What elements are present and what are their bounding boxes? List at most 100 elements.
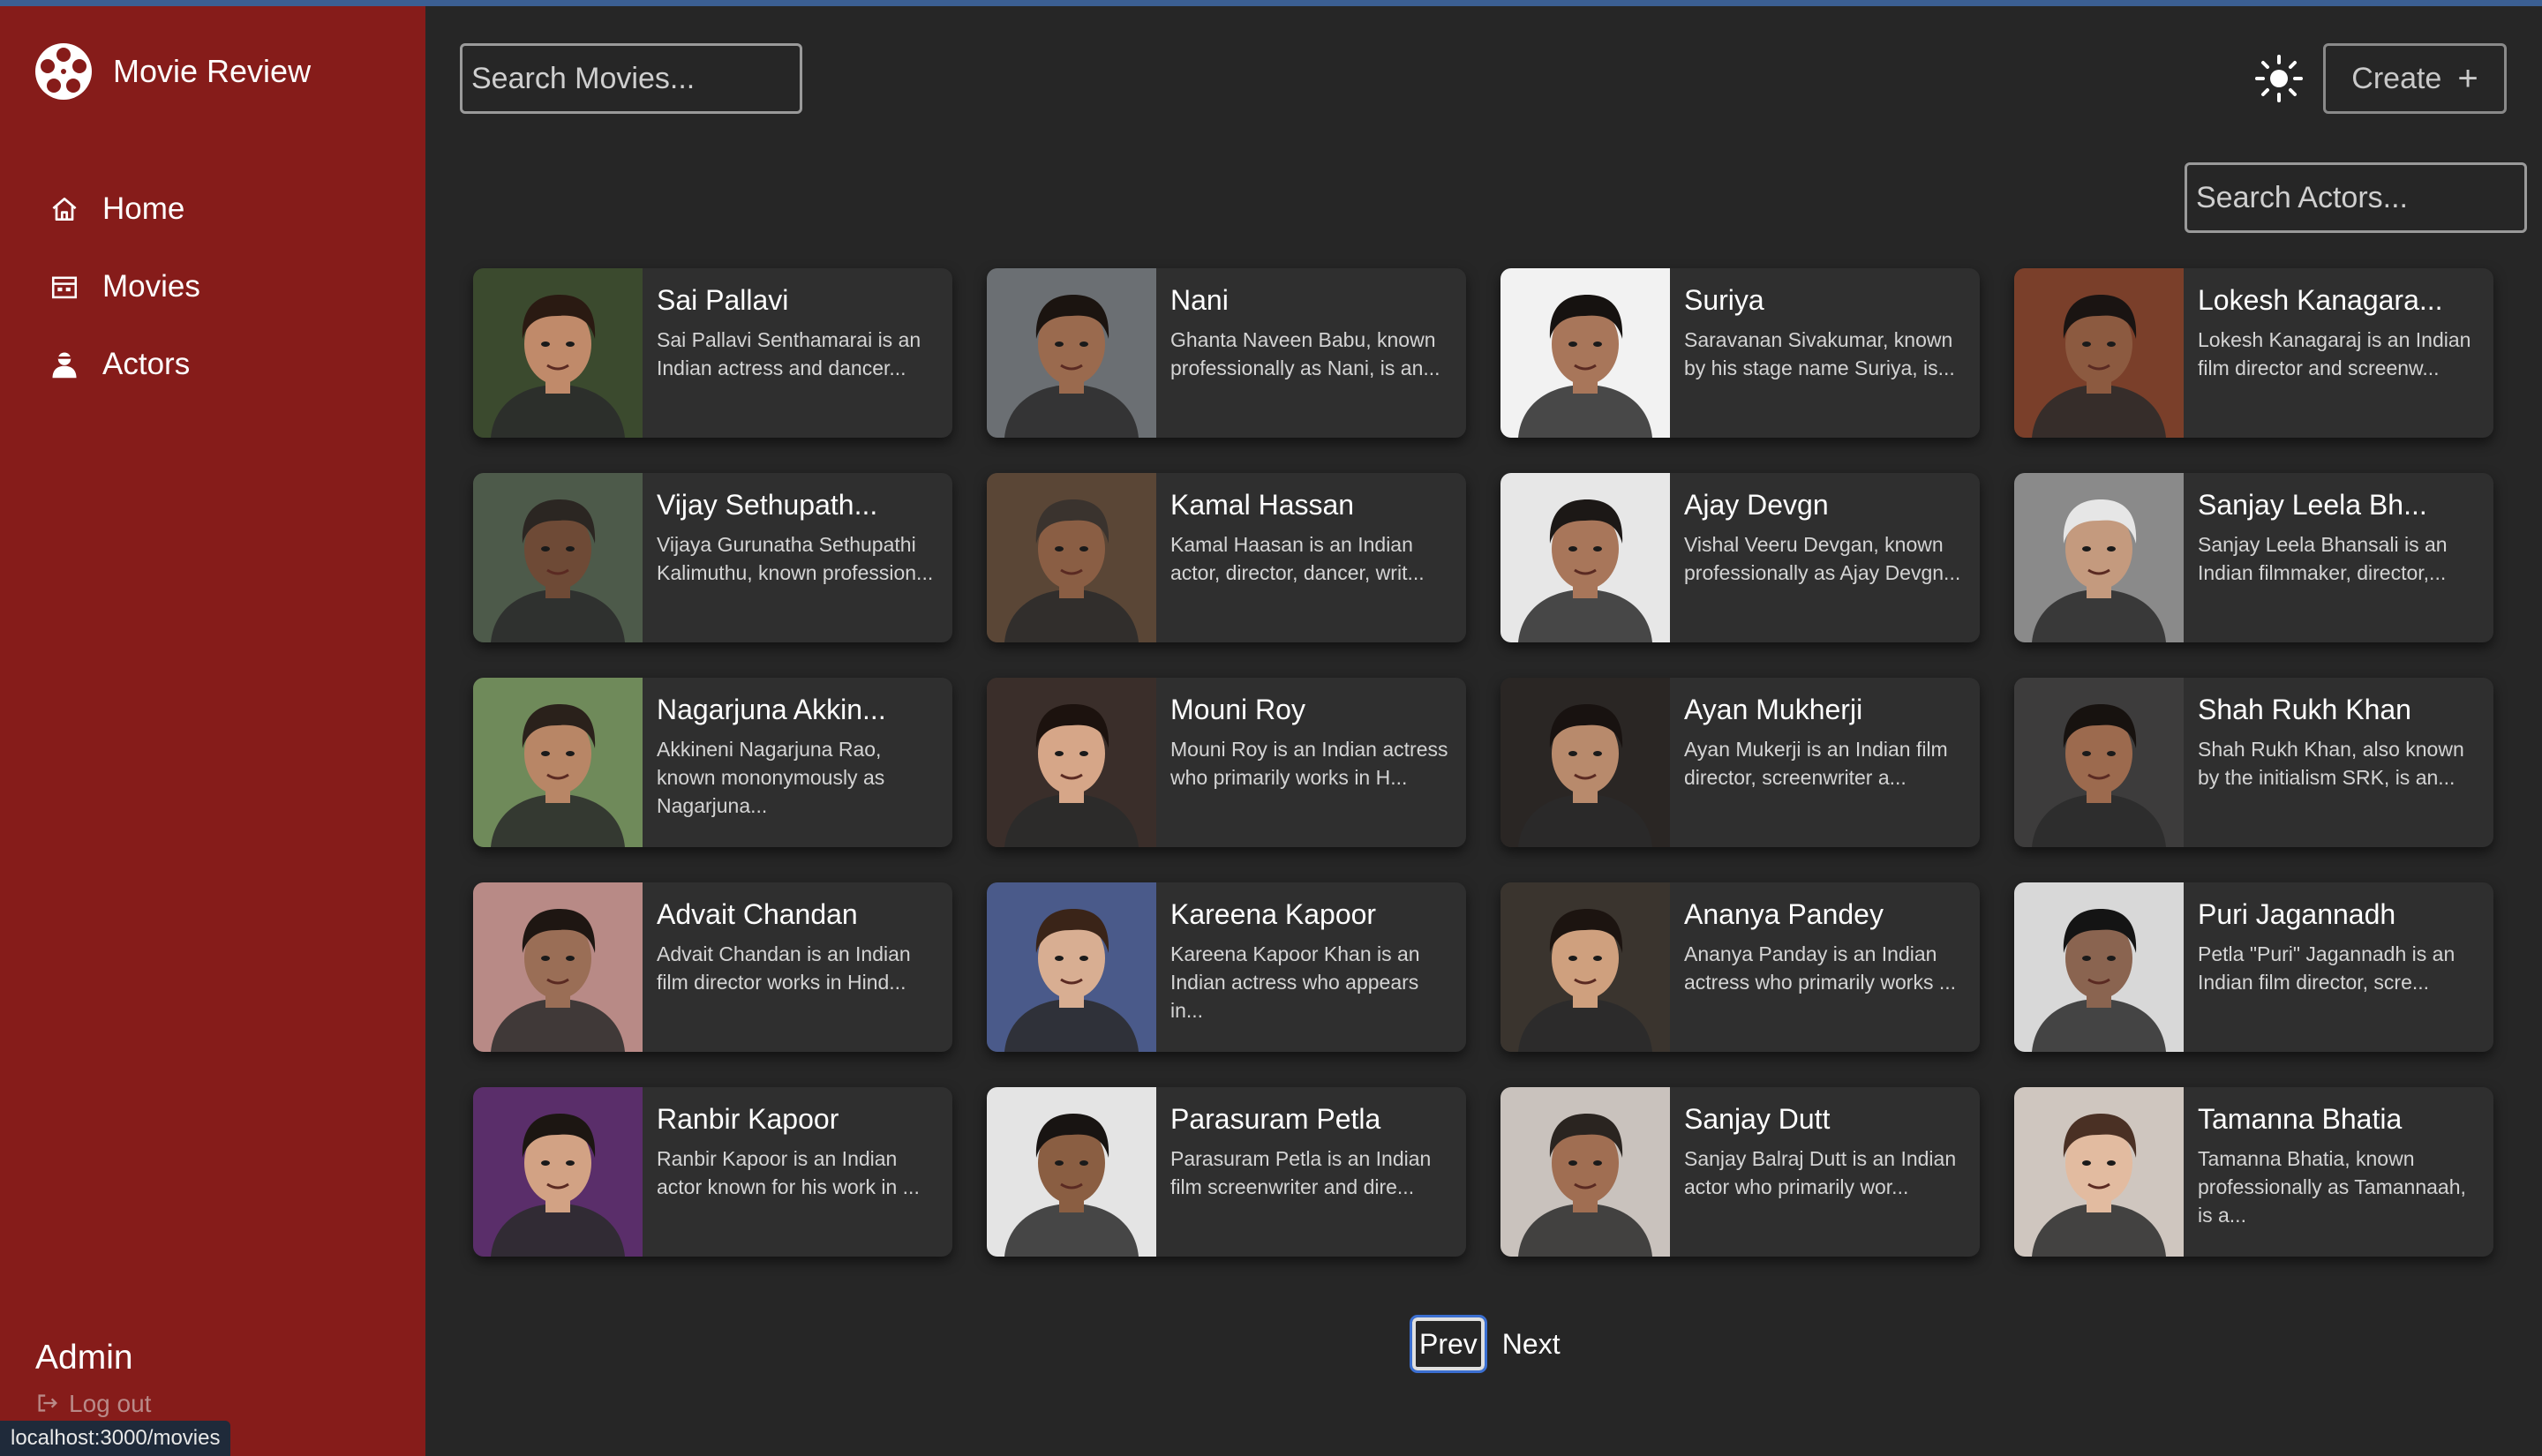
actor-name: Suriya [1684,284,1764,316]
actor-card[interactable]: Sanjay Leela Bh... Sanjay Leela Bhansali … [2014,473,2493,642]
actor-card[interactable]: Shah Rukh Khan Shah Rukh Khan, also known… [2014,678,2493,847]
user-icon [46,346,83,383]
actor-name: Kareena Kapoor [1170,898,1377,930]
actor-card[interactable]: Ranbir Kapoor Ranbir Kapoor is an Indian … [473,1087,952,1257]
sidebar-nav: Home Movies Actors [46,170,200,403]
actor-info: Kareena Kapoor Kareena Kapoor Khan is an … [1156,882,1466,1052]
actor-info: Nagarjuna Akkin... Akkineni Nagarjuna Rao… [643,678,952,847]
actor-name: Ajay Devgn [1684,489,1829,521]
actor-photo [1500,268,1670,438]
actor-photo [2014,268,2184,438]
actor-bio: Ranbir Kapoor is an Indian actor known f… [657,1147,920,1198]
actor-card[interactable]: Ayan Mukherji Ayan Mukerji is an Indian f… [1500,678,1980,847]
actor-photo [2014,473,2184,642]
actor-card[interactable]: Lokesh Kanagara... Lokesh Kanagaraj is an… [2014,268,2493,438]
actor-photo [2014,678,2184,847]
actor-card[interactable]: Tamanna Bhatia Tamanna Bhatia, known prof… [2014,1087,2493,1257]
actor-card[interactable]: Ajay Devgn Vishal Veeru Devgan, known pro… [1500,473,1980,642]
actor-info: Ranbir Kapoor Ranbir Kapoor is an Indian … [643,1087,952,1257]
actor-info: Sai Pallavi Sai Pallavi Senthamarai is an… [643,268,952,438]
film-reel-icon [34,41,94,101]
actor-photo [987,1087,1156,1257]
create-button[interactable]: Create + [2323,43,2507,114]
sidebar-item-movies[interactable]: Movies [46,248,200,326]
actor-info: Sanjay Dutt Sanjay Balraj Dutt is an Indi… [1670,1087,1980,1257]
plus-icon: + [2457,59,2478,98]
actor-info: Parasuram Petla Parasuram Petla is an Ind… [1156,1087,1466,1257]
logout-label: Log out [69,1390,152,1417]
actor-bio: Sanjay Leela Bhansali is an Indian filmm… [2198,533,2448,584]
actor-bio: Sanjay Balraj Dutt is an Indian actor wh… [1684,1147,1957,1198]
current-user-name: Admin [35,1339,133,1377]
actor-card[interactable]: Puri Jagannadh Petla "Puri" Jagannadh is … [2014,882,2493,1052]
actor-card[interactable]: Kamal Hassan Kamal Haasan is an Indian ac… [987,473,1466,642]
sidebar-item-label: Actors [102,347,191,381]
actor-bio: Tamanna Bhatia, known professionally as … [2198,1147,2466,1227]
actor-card[interactable]: Mouni Roy Mouni Roy is an Indian actress … [987,678,1466,847]
actor-bio: Petla "Puri" Jagannadh is an Indian film… [2198,942,2456,994]
actor-name: Ranbir Kapoor [657,1103,839,1135]
actor-name: Ananya Pandey [1684,898,1884,930]
actor-info: Mouni Roy Mouni Roy is an Indian actress … [1156,678,1466,847]
actor-photo [473,473,643,642]
actor-name: Nagarjuna Akkin... [657,694,886,725]
actor-card[interactable]: Ananya Pandey Ananya Panday is an Indian … [1500,882,1980,1052]
actor-bio: Vijaya Gurunatha Sethupathi Kalimuthu, k… [657,533,934,584]
actor-bio: Ayan Mukerji is an Indian film director,… [1684,738,1948,789]
search-movies-input[interactable] [460,43,802,114]
actor-name: Ayan Mukherji [1684,694,1863,725]
actor-photo [473,1087,643,1257]
brand[interactable]: Movie Review [34,41,311,101]
actor-info: Vijay Sethupath... Vijaya Gurunatha Sethu… [643,473,952,642]
actor-photo [987,678,1156,847]
actor-name: Tamanna Bhatia [2198,1103,2403,1135]
actor-card[interactable]: Suriya Saravanan Sivakumar, known by his … [1500,268,1980,438]
actor-info: Nani Ghanta Naveen Babu, known profession… [1156,268,1466,438]
actor-bio: Mouni Roy is an Indian actress who prima… [1170,738,1448,789]
actor-photo [473,882,643,1052]
actor-info: Shah Rukh Khan Shah Rukh Khan, also known… [2184,678,2493,847]
actor-card[interactable]: Vijay Sethupath... Vijaya Gurunatha Sethu… [473,473,952,642]
actor-info: Tamanna Bhatia Tamanna Bhatia, known prof… [2184,1087,2493,1257]
logout-link[interactable]: Log out [35,1390,151,1418]
actor-grid: Sai Pallavi Sai Pallavi Senthamarai is an… [473,268,2493,1257]
search-actors-input[interactable] [2185,162,2527,233]
sidebar-item-home[interactable]: Home [46,170,200,248]
actor-name: Sai Pallavi [657,284,789,316]
actor-bio: Saravanan Sivakumar, known by his stage … [1684,328,1955,379]
sidebar-item-actors[interactable]: Actors [46,326,200,403]
actor-photo [1500,678,1670,847]
actor-info: Ananya Pandey Ananya Panday is an Indian … [1670,882,1980,1052]
actor-info: Ajay Devgn Vishal Veeru Devgan, known pro… [1670,473,1980,642]
actor-card[interactable]: Sanjay Dutt Sanjay Balraj Dutt is an Indi… [1500,1087,1980,1257]
pagination: Prev Next [1410,1315,1561,1373]
actor-card[interactable]: Sai Pallavi Sai Pallavi Senthamarai is an… [473,268,952,438]
actor-bio: Lokesh Kanagaraj is an Indian film direc… [2198,328,2471,379]
actor-card[interactable]: Nagarjuna Akkin... Akkineni Nagarjuna Rao… [473,678,952,847]
browser-status-url: localhost:3000/movies [0,1421,231,1456]
window-top-accent [0,0,2542,6]
actor-name: Parasuram Petla [1170,1103,1381,1135]
actor-photo [473,268,643,438]
actor-card[interactable]: Nani Ghanta Naveen Babu, known profession… [987,268,1466,438]
actor-bio: Ananya Panday is an Indian actress who p… [1684,942,1957,994]
actor-card[interactable]: Advait Chandan Advait Chandan is an India… [473,882,952,1052]
actor-name: Sanjay Leela Bh... [2198,489,2427,521]
actor-name: Shah Rukh Khan [2198,694,2411,725]
actor-card[interactable]: Parasuram Petla Parasuram Petla is an Ind… [987,1087,1466,1257]
next-page-button[interactable]: Next [1502,1328,1561,1361]
sidebar: Movie Review Home Movies Actors Admin Lo… [0,6,425,1456]
logout-icon [35,1391,62,1417]
actor-name: Kamal Hassan [1170,489,1355,521]
actor-card[interactable]: Kareena Kapoor Kareena Kapoor Khan is an … [987,882,1466,1052]
theme-toggle-button[interactable] [2253,53,2305,104]
prev-page-button[interactable]: Prev [1410,1315,1487,1373]
actor-photo [2014,1087,2184,1257]
actor-photo [987,473,1156,642]
actor-info: Puri Jagannadh Petla "Puri" Jagannadh is … [2184,882,2493,1052]
create-button-label: Create [2351,61,2442,95]
actor-photo [1500,473,1670,642]
actor-photo [987,882,1156,1052]
actor-bio: Ghanta Naveen Babu, known professionally… [1170,328,1440,379]
actor-bio: Akkineni Nagarjuna Rao, known mononymous… [657,738,885,817]
